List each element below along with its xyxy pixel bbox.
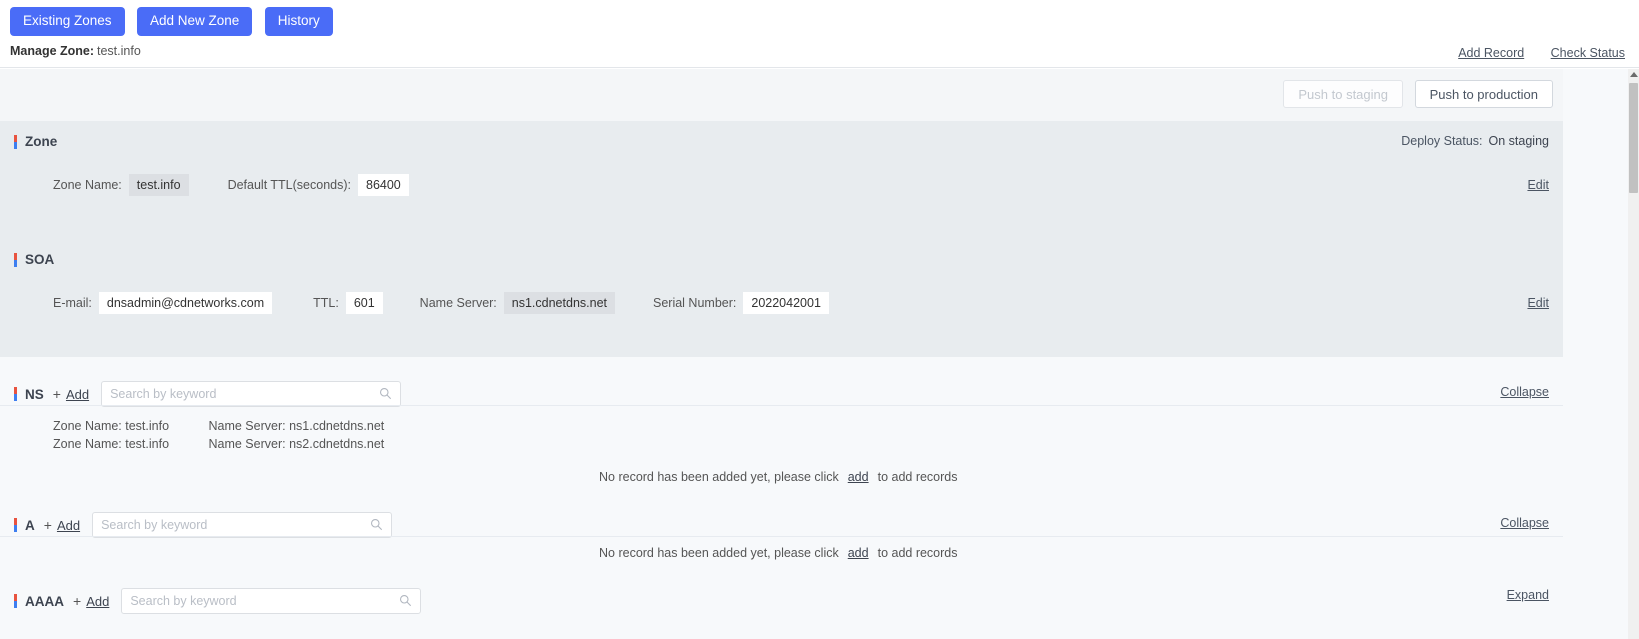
deploy-status: Deploy Status: On staging bbox=[1401, 134, 1549, 148]
ns-empty-message: No record has been added yet, please cli… bbox=[599, 470, 958, 484]
manage-zone-bar: Manage Zone: test.info Add Record Check … bbox=[0, 40, 1639, 68]
divider bbox=[0, 405, 1563, 406]
list-item[interactable]: Zone Name: test.info Name Server: ns1.cd… bbox=[53, 417, 384, 435]
existing-zones-button[interactable]: Existing Zones bbox=[10, 7, 125, 36]
push-to-production-button[interactable]: Push to production bbox=[1414, 80, 1553, 108]
a-section-header: A + Add bbox=[14, 512, 393, 538]
aaaa-type-label: AAAA bbox=[14, 594, 64, 609]
header-links: Add Record Check Status bbox=[1436, 44, 1625, 62]
ns-search-input[interactable] bbox=[102, 382, 375, 406]
manage-zone-label: Manage Zone: bbox=[10, 44, 95, 58]
plus-icon: + bbox=[73, 593, 82, 609]
a-search-box[interactable] bbox=[92, 512, 393, 538]
a-empty-message: No record has been added yet, please cli… bbox=[599, 546, 958, 560]
a-search-input[interactable] bbox=[93, 513, 366, 537]
ns-record-list: Zone Name: test.info Name Server: ns1.cd… bbox=[53, 417, 384, 453]
deploy-status-value: On staging bbox=[1488, 134, 1549, 148]
ns-empty-text-after: to add records bbox=[877, 470, 958, 484]
zone-title-text: Zone bbox=[25, 134, 58, 149]
history-button[interactable]: History bbox=[264, 7, 333, 36]
ns-search-box[interactable] bbox=[101, 381, 402, 407]
soa-email-input[interactable]: dnsadmin@cdnetworks.com bbox=[98, 292, 273, 314]
ns-record-section: NS + Add Collapse Z bbox=[0, 357, 1563, 488]
section-marker-icon bbox=[14, 252, 17, 267]
aaaa-search-box[interactable] bbox=[121, 588, 422, 614]
main-scroll-area: Push to staging Push to production Zone … bbox=[0, 69, 1639, 639]
top-navigation: Existing Zones Add New Zone History bbox=[0, 0, 1639, 40]
soa-serial-label: Serial Number: bbox=[653, 296, 737, 310]
scrollbar-thumb[interactable] bbox=[1629, 83, 1638, 193]
a-empty-add-link[interactable]: add bbox=[848, 546, 869, 560]
push-buttons-row: Push to staging Push to production bbox=[0, 69, 1563, 121]
a-type-label: A bbox=[14, 518, 35, 533]
aaaa-expand-toggle[interactable]: Expand bbox=[1507, 588, 1549, 602]
content-container: Push to staging Push to production Zone … bbox=[0, 69, 1563, 634]
zone-name-value: test.info bbox=[128, 174, 189, 196]
divider bbox=[0, 536, 1563, 537]
soa-serial-input[interactable]: 2022042001 bbox=[743, 292, 829, 314]
plus-icon: + bbox=[52, 386, 61, 402]
soa-panel: SOA Edit E-mail: dnsadmin@cdnetworks.com… bbox=[0, 239, 1563, 357]
ns-section-header: NS + Add bbox=[14, 381, 402, 407]
aaaa-type-text: AAAA bbox=[25, 593, 64, 609]
default-ttl-label: Default TTL(seconds): bbox=[227, 178, 351, 192]
search-icon bbox=[400, 595, 412, 607]
vertical-scrollbar[interactable] bbox=[1628, 69, 1639, 639]
a-record-section: A + Add Collapse No record has be bbox=[0, 488, 1563, 564]
zone-name-label: Zone Name: bbox=[53, 178, 122, 192]
dns-zone-management-page: Existing Zones Add New Zone History Mana… bbox=[0, 0, 1639, 639]
soa-email-label: E-mail: bbox=[53, 296, 92, 310]
ns-type-label: NS bbox=[14, 387, 44, 402]
zone-edit-link[interactable]: Edit bbox=[1527, 178, 1549, 192]
a-empty-text-before: No record has been added yet, please cli… bbox=[599, 546, 839, 560]
aaaa-search-input[interactable] bbox=[122, 589, 395, 613]
ns-empty-text-before: No record has been added yet, please cli… bbox=[599, 470, 839, 484]
search-icon bbox=[371, 519, 383, 531]
a-collapse-toggle[interactable]: Collapse bbox=[1500, 516, 1549, 530]
aaaa-section-header: AAAA + Add bbox=[14, 588, 422, 614]
ns-row-zone: Zone Name: test.info bbox=[53, 437, 170, 451]
section-marker-icon bbox=[14, 518, 17, 532]
aaaa-add-link[interactable]: Add bbox=[86, 594, 109, 609]
push-to-staging-button[interactable]: Push to staging bbox=[1283, 80, 1403, 108]
list-item[interactable]: Zone Name: test.info Name Server: ns2.cd… bbox=[53, 435, 384, 453]
soa-ttl-label: TTL: bbox=[313, 296, 339, 310]
soa-ttl-input[interactable]: 601 bbox=[345, 292, 383, 314]
zone-panel: Zone Deploy Status: On staging Edit Zone … bbox=[0, 121, 1563, 239]
soa-edit-link[interactable]: Edit bbox=[1527, 296, 1549, 310]
default-ttl-input[interactable]: 86400 bbox=[358, 174, 409, 196]
search-icon bbox=[380, 388, 392, 400]
a-type-text: A bbox=[25, 517, 35, 533]
soa-title-text: SOA bbox=[25, 252, 55, 267]
ns-collapse-toggle[interactable]: Collapse bbox=[1500, 385, 1549, 399]
manage-zone-value: test.info bbox=[97, 44, 141, 58]
section-marker-icon bbox=[14, 594, 17, 608]
ns-row-server: Name Server: ns2.cdnetdns.net bbox=[208, 437, 385, 451]
soa-fields: E-mail: dnsadmin@cdnetworks.com TTL: 601… bbox=[53, 292, 829, 314]
add-new-zone-button[interactable]: Add New Zone bbox=[137, 7, 253, 36]
zone-fields: Zone Name: test.info Default TTL(seconds… bbox=[53, 174, 409, 196]
zone-section-title: Zone bbox=[14, 134, 57, 149]
soa-section-title: SOA bbox=[14, 252, 54, 267]
ns-row-server: Name Server: ns1.cdnetdns.net bbox=[208, 419, 385, 433]
ns-row-zone: Zone Name: test.info bbox=[53, 419, 170, 433]
ns-empty-add-link[interactable]: add bbox=[848, 470, 869, 484]
scroll-up-arrow-icon[interactable] bbox=[1630, 72, 1638, 77]
soa-nameserver-label: Name Server: bbox=[419, 296, 497, 310]
section-marker-icon bbox=[14, 387, 17, 401]
plus-icon: + bbox=[43, 517, 52, 533]
add-record-link[interactable]: Add Record bbox=[1458, 46, 1524, 60]
soa-nameserver-value: ns1.cdnetdns.net bbox=[503, 292, 615, 314]
a-empty-text-after: to add records bbox=[877, 546, 958, 560]
section-marker-icon bbox=[14, 134, 17, 149]
aaaa-record-section: AAAA + Add Expand bbox=[0, 564, 1563, 634]
ns-type-text: NS bbox=[25, 386, 44, 402]
a-add-link[interactable]: Add bbox=[57, 518, 80, 533]
check-status-link[interactable]: Check Status bbox=[1551, 46, 1625, 60]
ns-add-link[interactable]: Add bbox=[66, 387, 89, 402]
deploy-status-label: Deploy Status: bbox=[1401, 134, 1483, 148]
